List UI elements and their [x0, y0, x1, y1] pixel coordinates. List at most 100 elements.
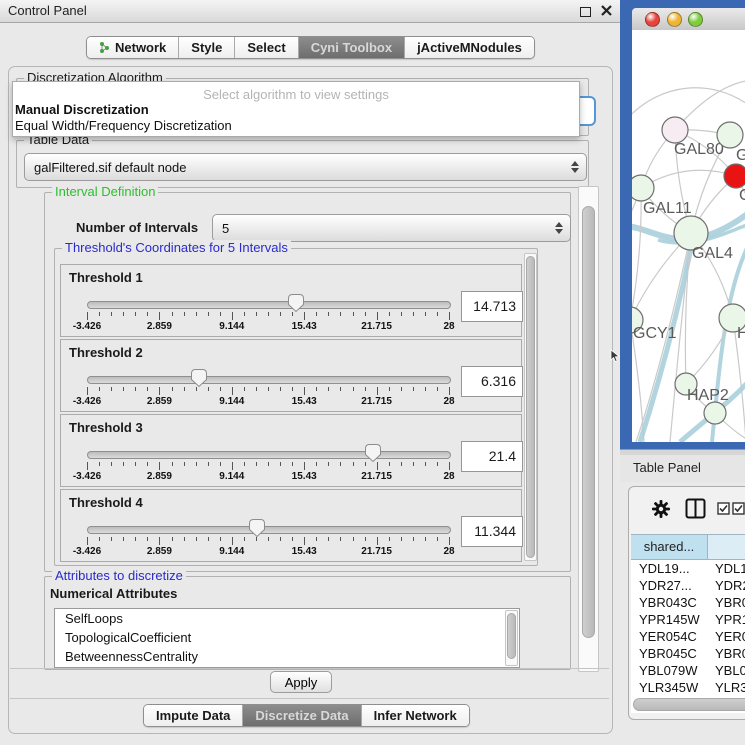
threshold-value-field[interactable]: 11.344 [461, 516, 523, 547]
table-row[interactable]: YBL079WYBL0 [631, 662, 745, 679]
split-table-icon[interactable] [685, 498, 706, 519]
tab-cyni-toolbox[interactable]: Cyni Toolbox [299, 37, 405, 58]
threshold-value-field[interactable]: 6.316 [461, 366, 523, 397]
tick [340, 462, 341, 466]
cell: YER0 [715, 628, 745, 645]
network-node-label: C [739, 187, 745, 204]
network-node-label: H [737, 325, 745, 342]
minimize-traffic-light-icon[interactable] [667, 12, 682, 27]
tick [87, 537, 88, 545]
tick [280, 462, 281, 466]
table-row[interactable]: YLR345WYLR3 [631, 679, 745, 696]
network-node-red[interactable] [724, 164, 745, 188]
tick-label: -3.426 [73, 546, 101, 557]
bottom-tab-strip: Impute Data Discretize Data Infer Network [143, 704, 470, 727]
checkbox-checked-icon[interactable] [717, 502, 730, 515]
tab-network[interactable]: Network [87, 37, 179, 58]
settings-gear-icon[interactable] [651, 499, 671, 519]
numerical-attributes-list[interactable]: SelfLoopsTopologicalCoefficientBetweenne… [54, 608, 520, 668]
tab-label: jActiveMNodules [417, 40, 522, 55]
main-scrollbar[interactable] [578, 186, 599, 672]
threshold-value-field[interactable]: 14.713 [461, 291, 523, 322]
tick [184, 462, 185, 466]
cell: YLR345W [639, 679, 709, 696]
threshold-label: Threshold 3 [69, 420, 143, 435]
column-header-2[interactable]: na [708, 534, 745, 560]
zoom-traffic-light-icon[interactable] [688, 12, 703, 27]
tick [365, 387, 366, 391]
table-horizontal-scrollbar[interactable] [633, 698, 745, 711]
threshold-slider-thumb[interactable] [364, 443, 382, 463]
attribute-list-item[interactable]: SelfLoops [55, 609, 519, 628]
tick [425, 462, 426, 466]
tab-infer-network[interactable]: Infer Network [362, 705, 469, 726]
tick [304, 462, 305, 470]
tick [340, 537, 341, 541]
tab-discretize-data[interactable]: Discretize Data [243, 705, 361, 726]
tick [316, 462, 317, 466]
tick-label: 9.144 [219, 471, 244, 482]
cell: YBR0 [715, 645, 745, 662]
cell: YDR2 [715, 577, 745, 594]
threshold-slider-thumb[interactable] [190, 368, 208, 388]
network-node-gal80[interactable] [662, 117, 688, 143]
dropdown-option-equal-width-frequency[interactable]: Equal Width/Frequency Discretization [15, 118, 232, 133]
table-row[interactable]: YBR045C YBR0 [631, 645, 745, 662]
column-header-1[interactable]: shared... [631, 534, 708, 560]
tab-jactivemnodules[interactable]: jActiveMNodules [405, 37, 534, 58]
cell: YBL0 [715, 662, 745, 679]
attributes-list-scrollbar-thumb[interactable] [507, 613, 516, 659]
threshold-slider-thumb[interactable] [248, 518, 266, 538]
tick-label: 2.859 [147, 396, 172, 407]
tab-select[interactable]: Select [235, 37, 298, 58]
cell: YPR1 [715, 611, 745, 628]
table-row[interactable]: YDR27...YDR2 [631, 577, 745, 594]
network-node-gal11[interactable] [632, 175, 654, 201]
dropdown-option-manual-discretization[interactable]: Manual Discretization [15, 102, 149, 117]
algorithm-dropdown-popup: Select algorithm to view settings Manual… [12, 81, 580, 137]
checkbox-checked-icon[interactable] [732, 502, 745, 515]
network-node-bottom[interactable] [704, 402, 726, 424]
table-row[interactable]: YBR043CYBR0 [631, 594, 745, 611]
tab-style[interactable]: Style [179, 37, 235, 58]
attribute-list-item[interactable]: TopologicalCoefficient [55, 628, 519, 647]
tick [268, 312, 269, 316]
tab-impute-data[interactable]: Impute Data [144, 705, 243, 726]
threshold-slider-track[interactable] [87, 301, 451, 309]
tick [365, 312, 366, 316]
threshold-slider-track[interactable] [87, 526, 451, 534]
threshold-label: Threshold 4 [69, 495, 143, 510]
tick [172, 387, 173, 391]
tab-label: Discretize Data [255, 708, 348, 723]
close-icon[interactable] [601, 5, 612, 16]
thresholds-scrollbar-thumb[interactable] [526, 256, 535, 558]
threshold-value-field[interactable]: 21.4 [461, 441, 523, 472]
tick [111, 537, 112, 541]
tick [292, 462, 293, 466]
table-row[interactable]: YPR145WYPR1 [631, 611, 745, 628]
tick [316, 312, 317, 316]
table-row[interactable]: YER054CYER0 [631, 628, 745, 645]
threshold-slider-track[interactable] [87, 376, 451, 384]
threshold-slider-thumb[interactable] [287, 293, 305, 313]
thresholds-scrollbar[interactable] [524, 253, 537, 561]
float-window-icon[interactable] [580, 7, 591, 17]
tick [377, 312, 378, 320]
attribute-list-item[interactable]: BetweennessCentrality [55, 647, 519, 666]
table-row[interactable]: YDL19...YDL1 [631, 560, 745, 577]
cell: YBR045C [639, 645, 709, 662]
tick [340, 312, 341, 316]
main-scrollbar-thumb[interactable] [582, 206, 595, 638]
tick [353, 462, 354, 466]
network-node-topright[interactable] [717, 122, 743, 148]
tick [425, 312, 426, 316]
apply-button[interactable]: Apply [270, 671, 332, 693]
table-data-combobox[interactable]: galFiltered.sif default node [24, 153, 587, 181]
attributes-list-scrollbar[interactable] [505, 610, 518, 666]
close-traffic-light-icon[interactable] [645, 12, 660, 27]
number-of-intervals-combobox[interactable]: 5 [212, 214, 571, 242]
threshold-slider-track[interactable] [87, 451, 451, 459]
tick [353, 537, 354, 541]
network-canvas[interactable]: GAL80GACGAL11GAL4GCY1HHAP2 [632, 30, 745, 442]
tick [244, 462, 245, 466]
